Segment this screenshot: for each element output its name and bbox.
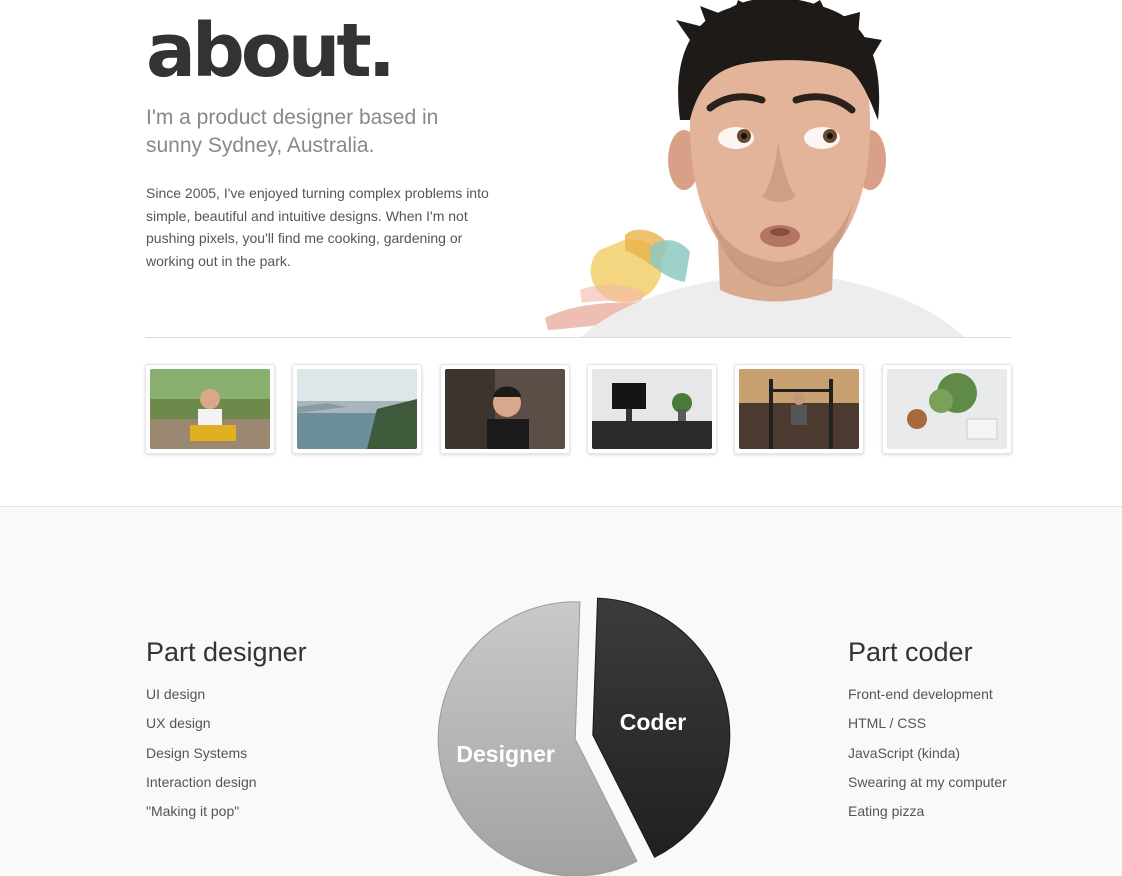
list-item: "Making it pop" <box>146 803 240 820</box>
desk-setup-photo[interactable] <box>587 364 717 454</box>
section-divider <box>145 337 1012 338</box>
about-hero: about. I'm a product designer based in s… <box>0 0 1122 340</box>
designer-coder-pie-chart: Designer Coder <box>437 597 731 876</box>
harbour-view-photo[interactable] <box>292 364 422 454</box>
photo-gallery <box>145 364 1013 456</box>
list-item: Design Systems <box>146 744 248 761</box>
list-item: JavaScript (kinda) <box>848 744 961 761</box>
list-item: Interaction design <box>146 773 257 790</box>
selfie-photo[interactable] <box>440 364 570 454</box>
coder-skill-list: Front-end development HTML / CSS JavaScr… <box>848 684 1007 830</box>
tagline: I'm a product designer based in sunny Sy… <box>146 106 439 157</box>
list-item: UI design <box>146 686 206 702</box>
list-item: Eating pizza <box>848 803 925 820</box>
park-workout-photo[interactable] <box>734 364 864 454</box>
skills-section: Part designer UI design UX design Design… <box>0 506 1122 876</box>
list-item: UX design <box>146 715 211 732</box>
bio-paragraph: Since 2005, I've enjoyed turning complex… <box>146 185 489 269</box>
pie-label-coder: Coder <box>620 709 687 735</box>
child-on-toy-photo[interactable] <box>145 364 275 454</box>
page-title: about. <box>146 8 396 94</box>
plant-and-lamp-photo[interactable] <box>882 364 1012 454</box>
designer-column-title: Part designer <box>146 637 307 667</box>
list-item: Front-end development <box>848 686 993 702</box>
coder-column-title: Part coder <box>848 637 973 667</box>
list-item: Swearing at my computer <box>848 773 1007 790</box>
list-item: HTML / CSS <box>848 715 927 732</box>
portrait-illustration <box>545 0 965 338</box>
designer-skill-list: UI design UX design Design Systems Inter… <box>146 684 257 830</box>
pie-label-designer: Designer <box>456 741 554 767</box>
